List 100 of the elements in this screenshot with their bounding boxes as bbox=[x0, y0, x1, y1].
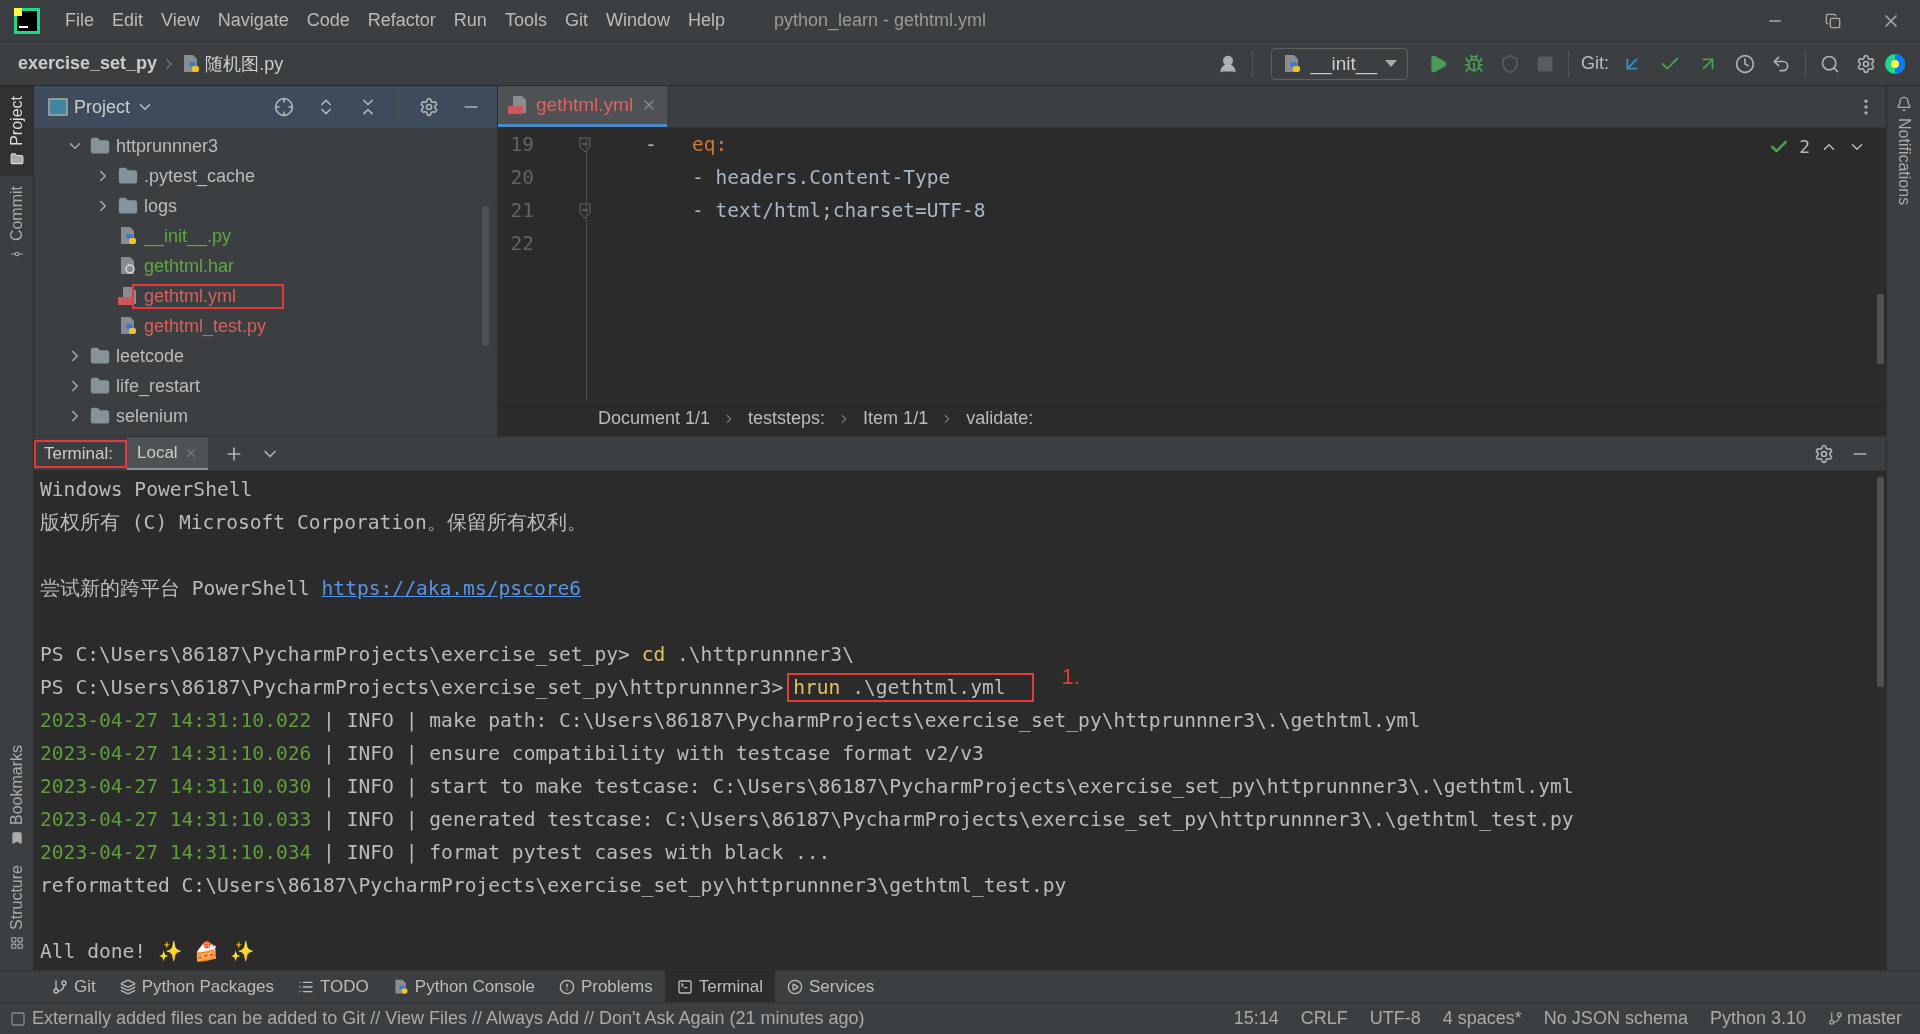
tool-window-tab[interactable]: Commit bbox=[0, 175, 33, 271]
status-item[interactable]: Python 3.10 bbox=[1701, 1008, 1814, 1029]
breadcrumb-item[interactable]: Item 1/1 bbox=[863, 408, 929, 429]
settings-icon[interactable] bbox=[1856, 53, 1876, 74]
rollback-icon[interactable] bbox=[1771, 53, 1791, 74]
plugin-logo-icon[interactable] bbox=[1884, 52, 1906, 75]
menu-item[interactable]: Code bbox=[297, 10, 359, 31]
breadcrumb-item[interactable]: validate: bbox=[966, 408, 1034, 429]
tool-tab[interactable]: Problems bbox=[546, 971, 665, 1002]
scrollbar-thumb[interactable] bbox=[1877, 294, 1884, 364]
terminal-text: 尝试新的跨平台 PowerShell bbox=[40, 576, 311, 602]
bell-icon bbox=[1895, 96, 1912, 112]
tool-tab[interactable]: Services bbox=[774, 971, 887, 1002]
terminal-text: reformatted C:\Users\86187\PycharmProjects\exercise_set_py\httprunnner3\gethtml_test.py bbox=[40, 874, 1067, 897]
menu-item[interactable]: Refactor bbox=[358, 10, 445, 31]
python-file-icon bbox=[118, 316, 138, 336]
menu-item[interactable]: Help bbox=[678, 10, 734, 31]
git-label: Git: bbox=[1581, 53, 1609, 74]
restore-icon[interactable] bbox=[1825, 12, 1841, 29]
terminal-text: PS C:\Users\86187\PycharmProjects\exercise_set_py> bbox=[40, 643, 631, 666]
fold-marker-icon[interactable] bbox=[578, 136, 592, 153]
menu-item[interactable]: Run bbox=[444, 10, 496, 31]
play-circle-icon bbox=[786, 978, 803, 995]
line-number: 19 bbox=[509, 133, 534, 156]
command-text: cd bbox=[641, 643, 666, 666]
structure-icon bbox=[9, 936, 24, 950]
locate-icon[interactable] bbox=[274, 97, 294, 117]
tool-window-tab[interactable]: Notifications bbox=[1887, 86, 1920, 216]
tree-item[interactable]: life_restart bbox=[104, 373, 249, 399]
terminal-text: 版权所有 (C) Microsoft Corporation。保留所有权利。 bbox=[40, 510, 587, 536]
timestamp: 2023-04-27 14:31:10.034 bbox=[40, 841, 312, 864]
terminal-text: PS C:\Users\86187\PycharmProjects\exercise_set_py\httprunnner3> bbox=[40, 676, 784, 699]
window-icon bbox=[48, 98, 68, 116]
run-config-dropdown[interactable]: __init__ bbox=[1271, 47, 1408, 80]
tool-window-tab[interactable]: Structure bbox=[0, 855, 33, 960]
menu-item[interactable]: Git bbox=[555, 10, 597, 31]
status-item[interactable]: 4 spaces* bbox=[1434, 1008, 1530, 1029]
history-icon[interactable] bbox=[1735, 53, 1755, 74]
branch-icon bbox=[1828, 1011, 1843, 1026]
timestamp: 2023-04-27 14:31:10.026 bbox=[40, 742, 312, 765]
tree-item[interactable]: leetcode bbox=[104, 343, 233, 369]
breadcrumb-item[interactable]: exercise_set_py bbox=[18, 53, 158, 74]
tree-item[interactable]: .pytest_cache bbox=[132, 163, 304, 189]
tool-window-tab[interactable]: Project bbox=[0, 86, 33, 176]
tool-tab[interactable]: Python Packages bbox=[107, 971, 287, 1002]
panel-title[interactable]: Project bbox=[74, 96, 131, 118]
status-item[interactable]: CRLF bbox=[1292, 1008, 1356, 1029]
link[interactable]: https://aka.ms/pscore6 bbox=[321, 577, 582, 600]
terminal-text: | INFO | generated testcase: C:\Users\86187\PycharmProjects\exercise_set_py\httprunnner3\.\gethtml_test.py bbox=[322, 808, 1574, 831]
code-text: - bbox=[643, 133, 658, 156]
session-tab[interactable]: Local bbox=[126, 437, 208, 470]
folder-icon bbox=[90, 346, 110, 366]
status-item[interactable]: UTF-8 bbox=[1361, 1008, 1429, 1029]
tree-item[interactable]: logs bbox=[132, 193, 226, 219]
debug-icon[interactable] bbox=[1464, 53, 1484, 74]
tree-item[interactable]: __init__.py bbox=[132, 223, 280, 249]
annotation-label: 1. bbox=[1061, 663, 1080, 690]
fold-marker-icon[interactable] bbox=[578, 202, 592, 219]
timestamp: 2023-04-27 14:31:10.022 bbox=[40, 709, 312, 732]
alert-icon bbox=[558, 978, 575, 995]
terminal-icon bbox=[676, 978, 693, 995]
file-icon bbox=[118, 256, 138, 276]
breadcrumb-item[interactable]: Document 1/1 bbox=[598, 408, 711, 429]
breadcrumb-item[interactable]: 随机图.py bbox=[205, 51, 284, 76]
tool-tab[interactable]: Git bbox=[40, 971, 108, 1002]
menu-item[interactable]: Edit bbox=[103, 10, 153, 31]
tree-item[interactable]: httprunnner3 bbox=[104, 133, 267, 159]
tool-tab[interactable]: Terminal bbox=[664, 971, 775, 1002]
settings-icon[interactable] bbox=[1814, 443, 1834, 464]
inspection-count[interactable]: 2 bbox=[1799, 136, 1810, 157]
menu-item[interactable]: Tools bbox=[495, 10, 556, 31]
tree-item[interactable]: gethtml_test.py bbox=[132, 313, 315, 339]
tool-window-tab[interactable]: Bookmarks bbox=[0, 735, 33, 856]
breadcrumb-item[interactable]: teststeps: bbox=[748, 408, 826, 429]
terminal-text: .\gethtml.yml bbox=[851, 676, 1006, 699]
search-icon[interactable] bbox=[1820, 53, 1840, 74]
bookmark-icon bbox=[9, 831, 24, 846]
line-number: 20 bbox=[509, 166, 534, 189]
layers-icon bbox=[119, 978, 136, 995]
run-icon[interactable] bbox=[1428, 53, 1448, 74]
tree-item[interactable]: selenium bbox=[104, 403, 237, 429]
menu-item[interactable]: View bbox=[152, 10, 209, 31]
tool-tab[interactable]: TODO bbox=[286, 971, 381, 1002]
status-item[interactable]: No JSON schema bbox=[1535, 1008, 1696, 1029]
timestamp: 2023-04-27 14:31:10.033 bbox=[40, 808, 312, 831]
terminal-text: | INFO | ensure compatibility with testcase format v2/v3 bbox=[322, 742, 984, 765]
menu-item[interactable]: File bbox=[56, 10, 103, 31]
panel-toggle-icon[interactable] bbox=[10, 1010, 26, 1027]
settings-icon[interactable] bbox=[419, 97, 439, 117]
tree-item[interactable]: gethtml.har bbox=[132, 253, 283, 279]
folder-icon bbox=[118, 196, 138, 216]
status-item[interactable]: master bbox=[1820, 1008, 1910, 1029]
menu-item[interactable]: Window bbox=[596, 10, 679, 31]
status-item[interactable]: 15:14 bbox=[1225, 1008, 1287, 1029]
menu-item[interactable]: Navigate bbox=[208, 10, 298, 31]
scrollbar-thumb[interactable] bbox=[1877, 477, 1884, 687]
tree-item[interactable]: gethtml.yml bbox=[132, 283, 285, 309]
terminal-text: .\httprunnner3\ bbox=[676, 643, 854, 666]
tool-tab[interactable]: Python Console bbox=[380, 971, 547, 1002]
window-title: python_learn - gethtml.yml bbox=[774, 10, 988, 31]
